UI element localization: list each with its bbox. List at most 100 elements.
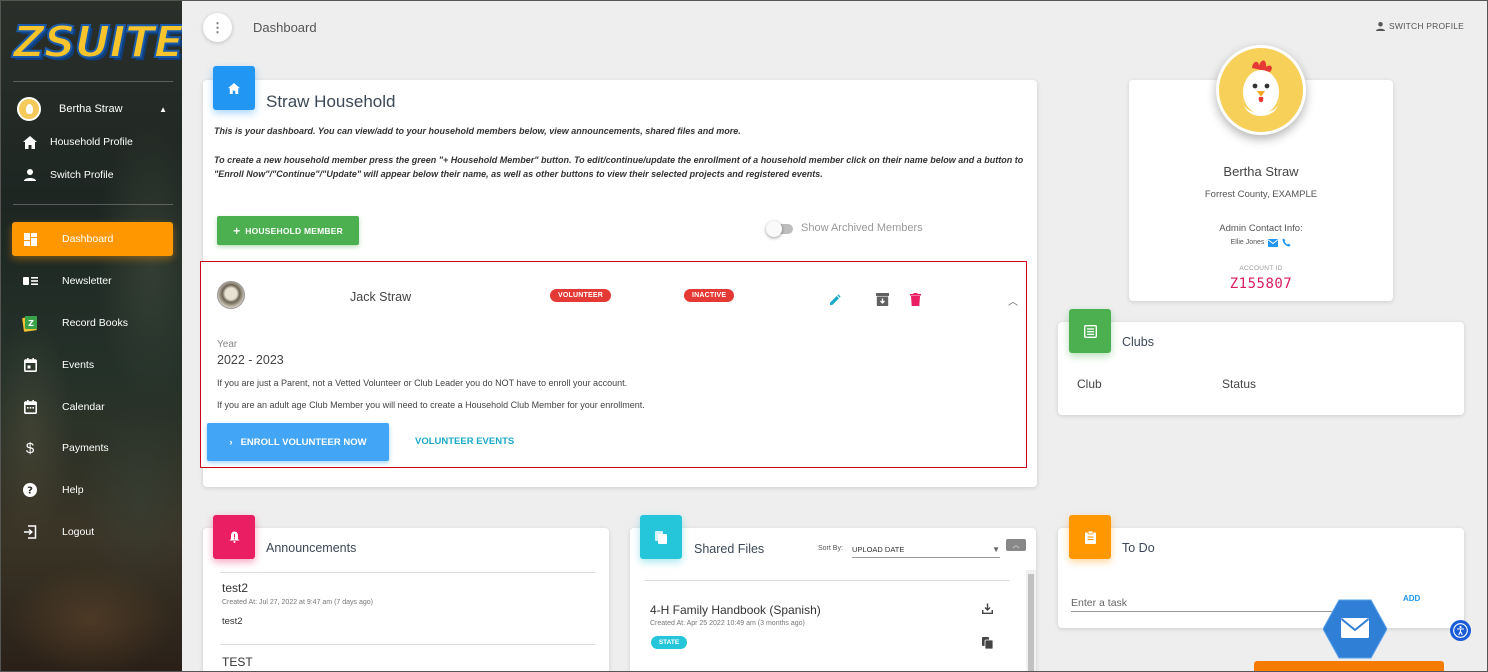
chevron-up-icon: ︿ [1012,542,1020,549]
chevron-up-icon[interactable]: ︿ [1008,293,1018,308]
account-id-label: ACCOUNT ID [1239,265,1283,272]
enroll-label: ENROLL VOLUNTEER NOW [240,436,367,448]
copy-icon[interactable] [979,635,995,651]
add-household-member-button[interactable]: + HOUSEHOLD MEMBER [217,216,359,245]
sidebar-item-label: Switch Profile [50,169,114,181]
sort-select[interactable]: UPLOAD DATE ▼ [852,541,1000,558]
sidebar-item-record-books[interactable]: Z Record Books [12,306,173,340]
sidebar-item-logout[interactable]: Logout [12,515,173,549]
sidebar-item-newsletter[interactable]: Newsletter [12,264,173,298]
household-title: Straw Household [266,92,396,111]
sidebar-item-dashboard[interactable]: Dashboard [12,222,173,256]
events-icon [12,358,48,372]
more-menu-button[interactable]: ⋮ [203,13,232,42]
divider [220,572,595,573]
announcement-meta: Created At: Jul 27, 2022 at 9:47 am (7 d… [222,599,373,606]
person-icon [12,169,48,181]
role-badge: VOLUNTEER [550,289,611,302]
year-label: Year [217,339,238,350]
shared-files-title: Shared Files [694,542,765,556]
sidebar-item-calendar[interactable]: Calendar [12,390,173,424]
clubs-column-club: Club [1077,377,1102,391]
sidebar-item-events[interactable]: Events [12,348,173,382]
phone-icon[interactable] [1282,238,1291,247]
sidebar-item-label: Dashboard [62,233,114,245]
home-icon [12,135,48,149]
enroll-volunteer-button[interactable]: › ENROLL VOLUNTEER NOW [207,423,389,461]
clubs-icon [1069,309,1111,353]
sort-label: Sort By: [818,545,843,552]
file-name[interactable]: 4-H Family Handbook (Spanish) [650,603,821,617]
message-fab[interactable] [1322,599,1388,659]
status-badge: INACTIVE [684,289,735,302]
email-icon[interactable] [1268,238,1279,247]
person-icon [1376,21,1385,31]
file-scope-badge: STATE [651,636,687,649]
svg-text:Z: Z [28,319,34,328]
dollar-icon: $ [25,439,35,457]
switch-profile-label: SWITCH PROFILE [1389,21,1465,31]
announcement-body: test2 [222,616,243,627]
announcements-title: Announcements [266,541,357,555]
zsuite-logo[interactable]: ZSUITE [12,16,182,69]
switch-profile-button[interactable]: SWITCH PROFILE [1376,21,1464,31]
delete-icon[interactable] [907,291,923,307]
sidebar-item-switch-profile[interactable]: Switch Profile [12,164,173,186]
dashboard-icon [12,232,48,246]
calendar-icon [12,400,48,414]
bell-icon [213,515,255,559]
archive-icon[interactable] [874,291,890,307]
help-icon: ? [12,483,48,497]
show-archived-label: Show Archived Members [801,222,923,234]
admin-contact: Ellie Jones [1129,238,1393,247]
download-icon[interactable] [979,600,995,616]
intro-text: This is your dashboard. You can view/add… [214,126,741,136]
add-member-label: HOUSEHOLD MEMBER [245,225,343,236]
sidebar-item-household-profile[interactable]: Household Profile [12,131,173,153]
sort-value: UPLOAD DATE [852,544,905,554]
sidebar-item-label: Payments [62,442,109,454]
sidebar-item-label: Help [62,484,84,496]
avatar [217,281,245,309]
member-name[interactable]: Jack Straw [350,290,411,304]
more-vert-icon: ⋮ [211,19,224,35]
files-icon [640,515,682,559]
divider [645,580,1010,581]
scrollbar[interactable] [1026,570,1036,672]
todo-card [1058,528,1464,628]
plus-icon: + [233,223,241,238]
clubs-title: Clubs [1122,335,1154,349]
clubs-card [1058,322,1464,415]
sidebar-item-label: Record Books [62,317,128,329]
enroll-note: If you are just a Parent, not a Vetted V… [217,378,628,388]
file-meta: Created At: Apr 25 2022 10:49 am (3 mont… [650,620,805,627]
show-archived-toggle[interactable] [766,221,793,237]
add-task-button[interactable]: ADD [1403,594,1420,603]
sidebar-divider [13,204,173,205]
logout-icon [12,525,48,539]
sort-direction-button[interactable]: ︿ [1006,539,1026,551]
account-id: Z155807 [1229,276,1293,292]
clubs-column-status: Status [1222,377,1257,391]
dropdown-arrow-icon: ▼ [992,544,1000,554]
edit-icon[interactable] [827,291,843,307]
sidebar-item-label: Logout [62,526,95,538]
sidebar-item-help[interactable]: ? Help [12,473,173,507]
year-value: 2022 - 2023 [217,353,284,367]
volunteer-events-link[interactable]: VOLUNTEER EVENTS [415,436,514,447]
profile-name: Bertha Straw [1223,164,1299,179]
chevron-right-icon: › [229,436,233,448]
sidebar-divider [13,81,173,82]
svg-text:?: ? [27,486,33,497]
chat-bar[interactable] [1254,661,1444,672]
home-icon [213,66,255,110]
profile-county: Forrest County, EXAMPLE [1204,189,1318,200]
breadcrumb: Dashboard [253,20,317,35]
accessibility-icon[interactable] [1450,620,1471,641]
sidebar-user-toggle[interactable]: Bertha Straw ▲ [17,97,167,121]
sidebar-item-payments[interactable]: $ Payments [12,431,173,465]
sidebar-item-label: Household Profile [50,136,133,148]
caret-up-icon: ▲ [159,104,167,114]
todo-title: To Do [1122,541,1155,555]
record-books-icon: Z [12,315,48,332]
